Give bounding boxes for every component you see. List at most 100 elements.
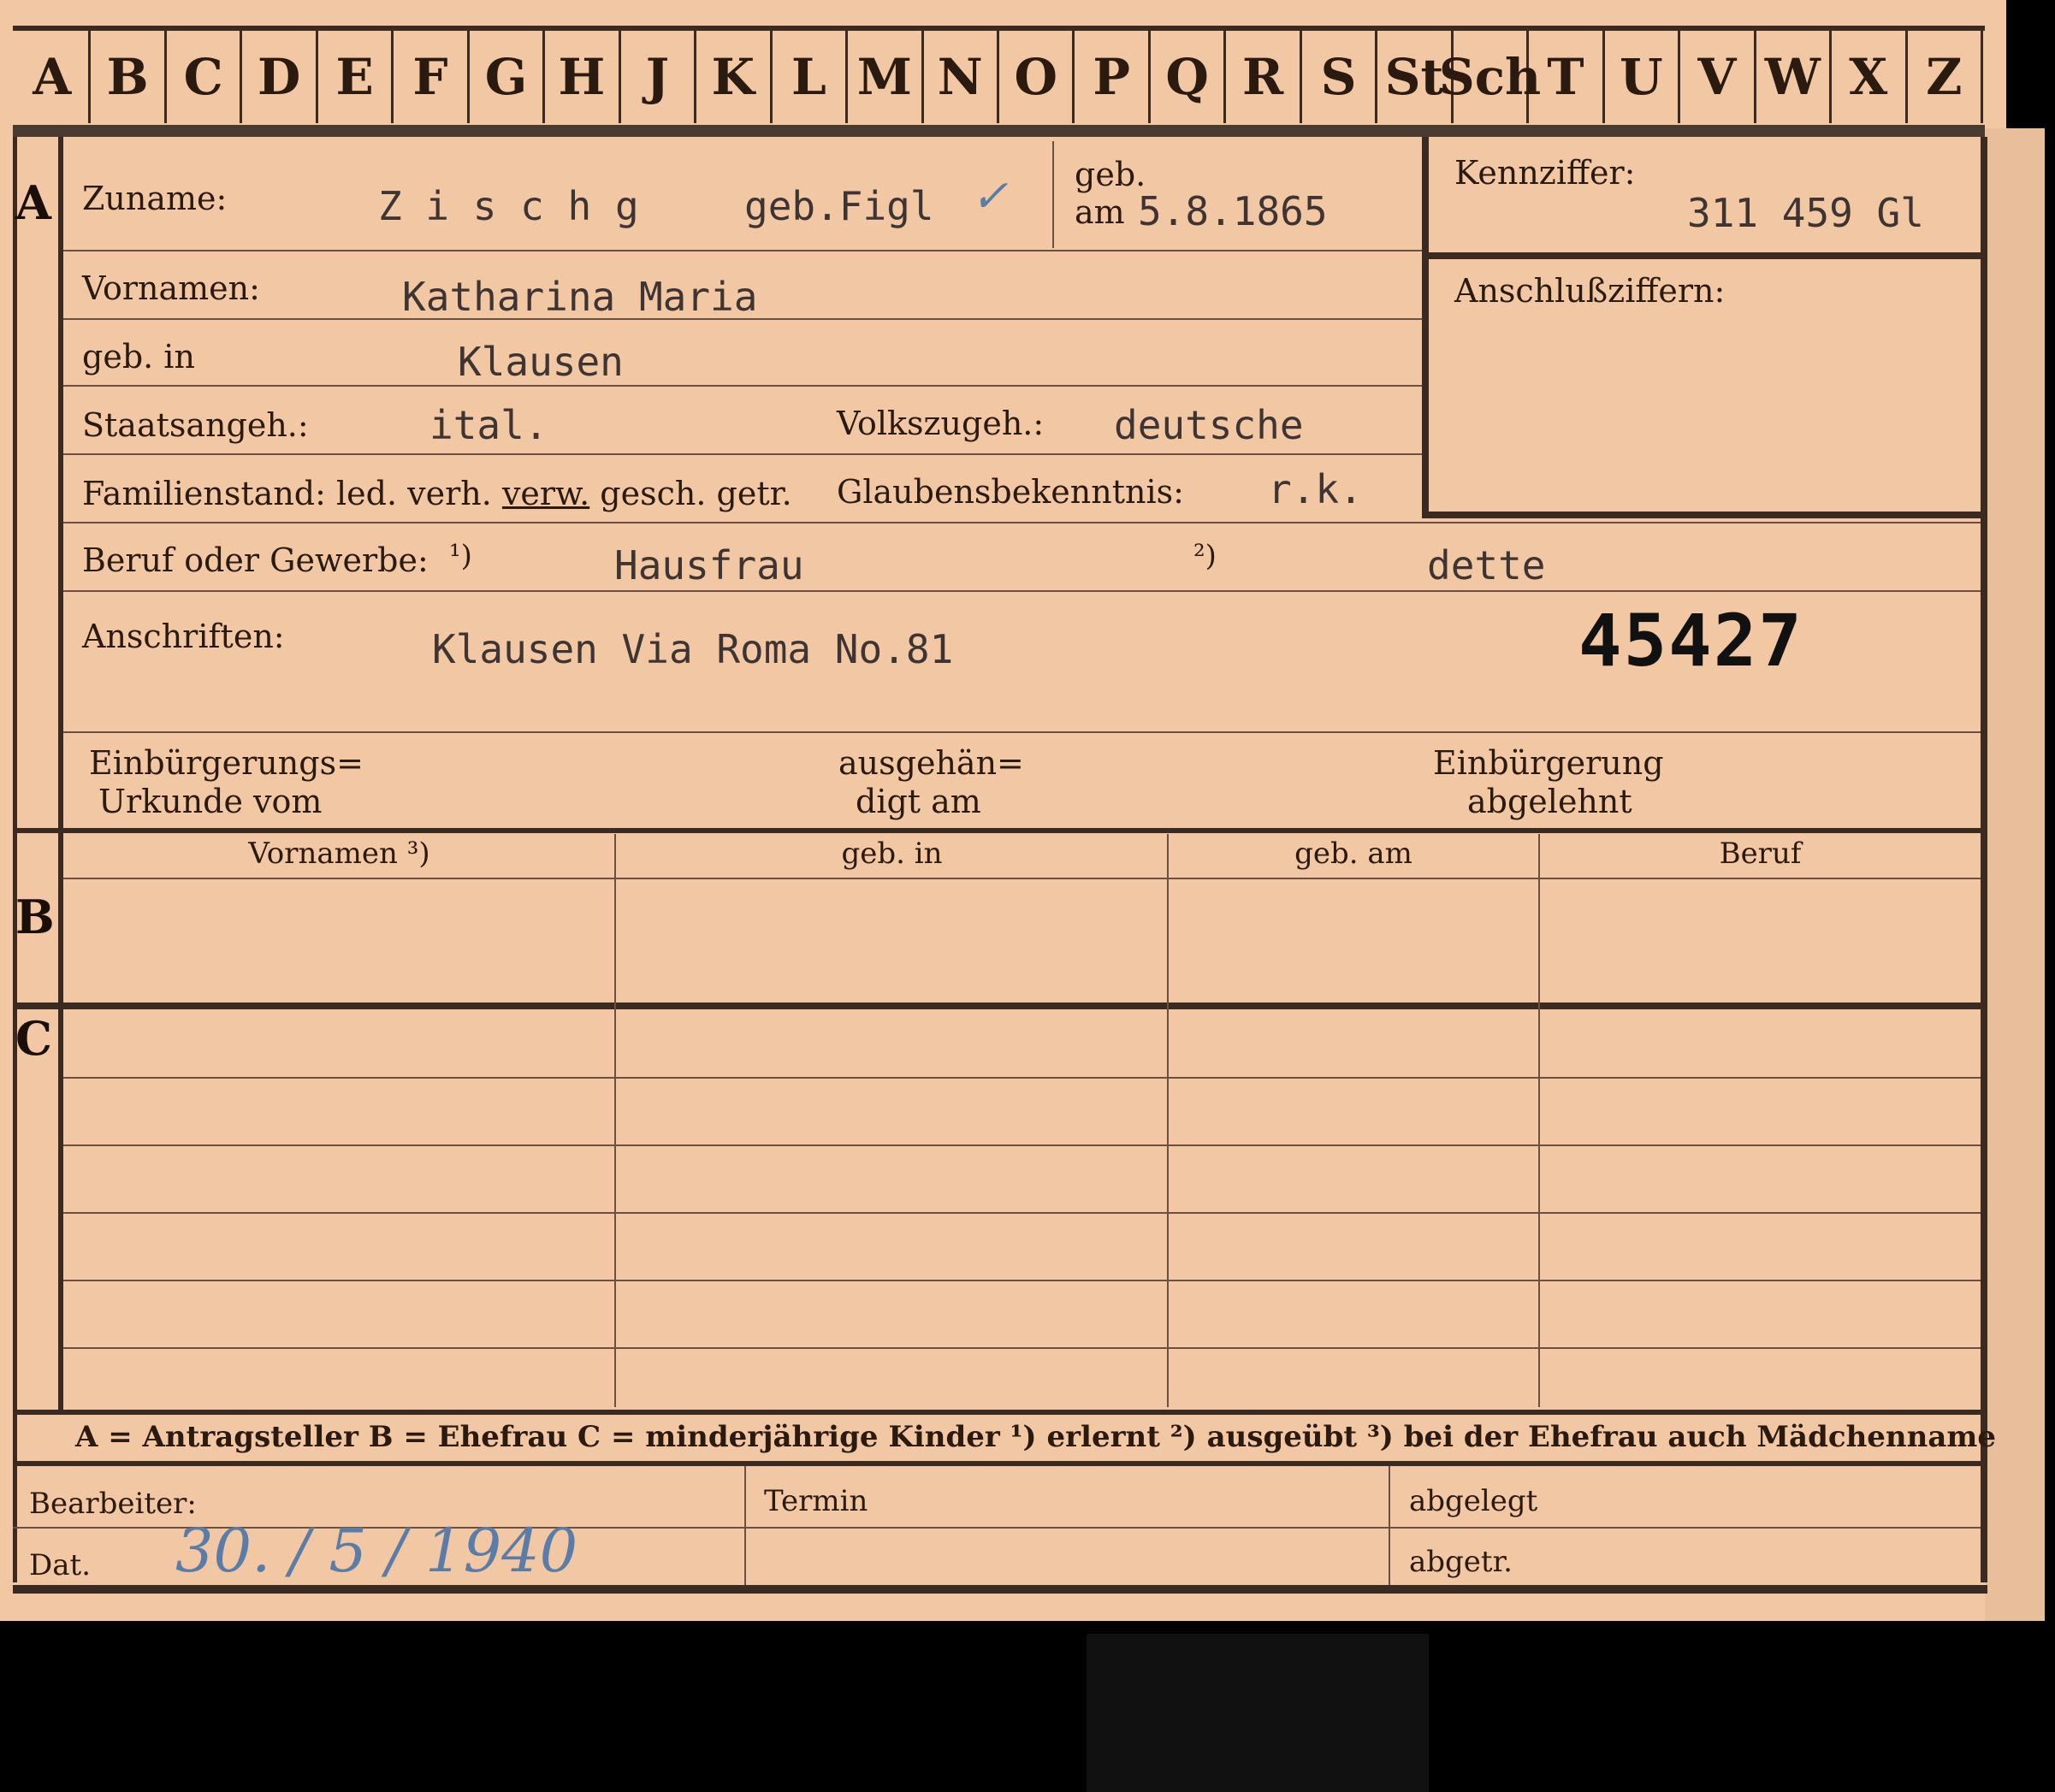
geb-label: geb. — [1075, 156, 1146, 193]
handwritten-date: 30. / 5 / 1940 — [175, 1516, 578, 1586]
tab-strip-bottom-bar — [13, 125, 1985, 137]
bottom-divider-1 — [744, 1466, 746, 1586]
alphabet-tab-a: A — [15, 31, 92, 123]
alphabet-tab-n: N — [924, 31, 999, 123]
alphabet-tab-z: Z — [1908, 31, 1983, 123]
anschrift-value: Klausen Via Roma No.81 — [432, 626, 954, 672]
alphabet-tab-sch: Sch — [1439, 31, 1541, 123]
section-c-letter: C — [15, 1011, 52, 1066]
alphabet-tab-s: S — [1302, 31, 1378, 123]
section-c-row-line — [63, 1280, 1981, 1281]
note-2: ²) — [1193, 539, 1217, 573]
section-c-row-line — [63, 1212, 1981, 1214]
alphabet-tab-h: H — [545, 31, 621, 123]
ausgeh-label-2: digt am — [856, 783, 981, 820]
row-line-7 — [63, 731, 1981, 733]
alphabet-tab-j: J — [621, 31, 697, 123]
alphabet-tab-m: M — [848, 31, 924, 123]
geb-in-value: Klausen — [458, 339, 624, 385]
glaubensbekenntnis-label: Glaubensbekenntnis: — [837, 473, 1184, 511]
einb-abgelehnt-label-2: abgelehnt — [1467, 783, 1632, 820]
alphabet-tab-e: E — [318, 31, 394, 123]
section-c-row-line — [63, 1077, 1981, 1079]
alphabet-tab-b: B — [91, 31, 167, 123]
familienstand-title: Familienstand: — [82, 475, 326, 512]
abgetr-label: abgetr. — [1409, 1545, 1513, 1579]
staatsangeh-value: ital. — [429, 402, 548, 448]
einb-urkunde-label-1: Einbürgerungs= — [89, 744, 364, 782]
row-line-6 — [63, 590, 1981, 592]
row-line-2 — [63, 318, 1422, 320]
fs-verh: verh. — [407, 475, 492, 512]
col-header-beruf: Beruf — [1719, 837, 1802, 871]
kennziffer-box-bottom — [1422, 512, 1981, 518]
am-label: am — [1075, 193, 1125, 231]
anschriften-label: Anschriften: — [82, 618, 285, 655]
alphabet-tab-l: L — [773, 31, 849, 123]
check-mark-icon: ✓ — [971, 171, 1009, 222]
bearbeiter-label: Bearbeiter: — [29, 1487, 197, 1521]
footer-legend: A = Antragsteller B = Ehefrau C = minder… — [75, 1420, 1996, 1454]
ausgeh-label-1: ausgehän= — [838, 744, 1024, 782]
registration-card: A B C D E F G H J K L M N O P Q R S St Sch T U V W X Z A Zuname: … — [0, 0, 2045, 1621]
alphabet-tab-g: G — [470, 31, 546, 123]
row-line-4 — [63, 453, 1422, 455]
fs-getr: getr. — [716, 475, 792, 512]
stamp-number: 45427 — [1578, 599, 1803, 683]
alphabet-tab-t: T — [1529, 31, 1605, 123]
section-a-letter: A — [15, 175, 51, 230]
einb-abgelehnt-label-1: Einbürgerung — [1433, 744, 1664, 782]
kennziffer-box-divider — [1422, 252, 1981, 259]
alphabet-tab-v: V — [1680, 31, 1756, 123]
fs-gesch: gesch. — [600, 475, 707, 512]
col-divider-3 — [1538, 834, 1540, 1407]
dat-label: Dat. — [29, 1548, 92, 1582]
alphabet-tab-p: P — [1075, 31, 1151, 123]
section-b-letter: B — [15, 890, 55, 944]
alphabet-tab-k: K — [696, 31, 773, 123]
alphabet-tab-u: U — [1605, 31, 1681, 123]
card-bottom-line — [13, 1585, 1987, 1594]
anschlussziffern-label: Anschlußziffern: — [1454, 272, 1726, 310]
kennziffer-box-left — [1422, 137, 1429, 517]
col-header-geb-am: geb. am — [1294, 837, 1412, 871]
row-line-5 — [63, 522, 1981, 523]
einb-urkunde-label-2: Urkunde vom — [98, 783, 323, 820]
beruf-label: Beruf oder Gewerbe: — [82, 541, 429, 579]
vornamen-label: Vornamen: — [82, 269, 260, 307]
geb-name-value: geb.Figl — [744, 183, 934, 229]
bottom-divider-2 — [1389, 1466, 1390, 1586]
col-divider-1 — [614, 834, 616, 1407]
alphabet-tab-r: R — [1226, 31, 1302, 123]
alphabet-tab-x: X — [1832, 31, 1908, 123]
vornamen-value: Katharina Maria — [402, 274, 758, 320]
alphabet-tab-f: F — [394, 31, 470, 123]
note-1: ¹) — [449, 539, 472, 573]
alphabet-tab-q: Q — [1151, 31, 1227, 123]
col-header-geb-in: geb. in — [841, 837, 943, 871]
kennziffer-value: 311 459 Gl — [1687, 190, 1924, 236]
frame-left — [13, 137, 17, 1582]
background-shadow — [1087, 1634, 1429, 1792]
termin-label: Termin — [764, 1484, 868, 1518]
geb-in-label: geb. in — [82, 338, 195, 376]
section-c-row-line — [63, 1347, 1981, 1349]
col-header-vornamen: Vornamen ³) — [248, 837, 430, 871]
zuname-label: Zuname: — [82, 180, 228, 217]
row-line-1 — [63, 250, 1422, 251]
section-c-top — [13, 1002, 1981, 1009]
frame-inner-left — [58, 137, 63, 1411]
col-header-line — [63, 878, 1981, 879]
row-line-3 — [63, 385, 1422, 387]
alphabet-tab-d: D — [242, 31, 318, 123]
glaubensbekenntnis-value: r.k. — [1268, 466, 1363, 512]
geb-datum-value: 5.8.1865 — [1138, 188, 1328, 234]
alphabet-tab-c: C — [167, 31, 243, 123]
zuname-value: Z i s c h g — [378, 183, 639, 229]
volkszugeh-value: deutsche — [1114, 402, 1304, 448]
col-divider-2 — [1167, 834, 1169, 1407]
alphabet-tab-w: W — [1756, 31, 1833, 123]
volkszugeh-label: Volkszugeh.: — [837, 405, 1045, 442]
staatsangeh-label: Staatsangeh.: — [82, 406, 309, 444]
card-edge — [1985, 128, 2045, 1621]
